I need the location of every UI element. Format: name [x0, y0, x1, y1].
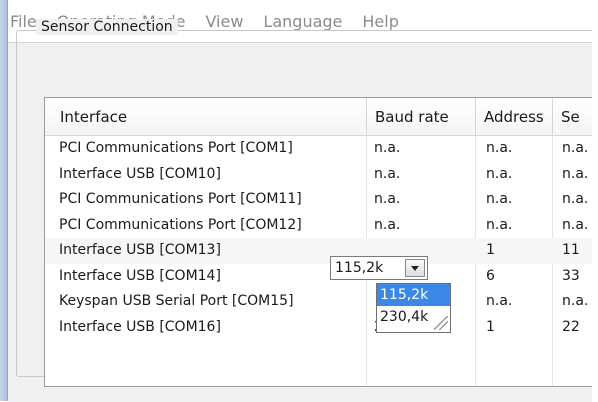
- column-header-baud-rate[interactable]: Baud rate: [367, 98, 476, 136]
- menu-help[interactable]: Help: [362, 12, 398, 31]
- cell-interface: Interface USB [COM10]: [59, 165, 221, 182]
- cell-baud-rate: n.a.: [374, 165, 401, 182]
- table-row[interactable]: Interface USB [COM13] 1 11: [45, 238, 593, 264]
- resize-grip-icon[interactable]: [434, 316, 448, 330]
- baud-rate-dropdown-list[interactable]: 115,2k 230,4k: [376, 283, 451, 333]
- cell-interface: PCI Communications Port [COM11]: [59, 191, 302, 207]
- group-title: Sensor Connection: [36, 19, 178, 35]
- cell-address: n.a.: [486, 191, 513, 207]
- cell-interface: Interface USB [COM16]: [59, 318, 221, 335]
- cell-baud-rate: n.a.: [374, 140, 401, 156]
- dropdown-button[interactable]: [405, 259, 425, 277]
- column-header-address[interactable]: Address: [476, 98, 553, 136]
- cell-address: n.a.: [486, 140, 513, 156]
- cell-se: 11: [562, 242, 580, 258]
- combobox-value: 115,2k: [335, 260, 384, 276]
- cell-interface: Interface USB [COM14]: [59, 267, 221, 284]
- table-row[interactable]: PCI Communications Port [COM11] n.a. n.a…: [45, 187, 593, 213]
- baud-rate-combobox[interactable]: 115,2k: [330, 256, 428, 280]
- cell-se: 22: [562, 318, 580, 335]
- chevron-down-icon: [411, 265, 419, 271]
- cell-se: n.a.: [562, 191, 589, 207]
- menu-file[interactable]: File: [10, 12, 37, 31]
- table-row[interactable]: Interface USB [COM10] n.a. n.a. n.a.: [45, 162, 593, 188]
- interface-list[interactable]: Interface Baud rate Address Se PCI Commu…: [44, 97, 593, 387]
- table-row[interactable]: Interface USB [COM16] 230,4k 1 22: [45, 315, 593, 341]
- cell-address: n.a.: [486, 293, 513, 309]
- cell-address: 6: [486, 267, 495, 284]
- cell-baud-rate: n.a.: [374, 216, 401, 233]
- cell-address: 1: [486, 242, 495, 258]
- cell-address: n.a.: [486, 216, 513, 233]
- cell-address: n.a.: [486, 165, 513, 182]
- table-row[interactable]: Interface USB [COM14] 6 33: [45, 264, 593, 290]
- menu-language[interactable]: Language: [263, 12, 342, 31]
- cell-se: 33: [562, 267, 580, 284]
- menu-view[interactable]: View: [205, 12, 243, 31]
- column-header-se[interactable]: Se: [553, 98, 593, 136]
- column-header-interface[interactable]: Interface: [45, 98, 367, 136]
- cell-se: n.a.: [562, 165, 589, 182]
- cell-interface: PCI Communications Port [COM1]: [59, 140, 293, 156]
- cell-se: n.a.: [562, 216, 589, 233]
- cell-se: n.a.: [562, 140, 589, 156]
- table-row[interactable]: Keyspan USB Serial Port [COM15] n.a. n.a…: [45, 289, 593, 315]
- cell-se: n.a.: [562, 293, 589, 309]
- dropdown-option[interactable]: 115,2k: [377, 284, 450, 306]
- cell-interface: PCI Communications Port [COM12]: [59, 216, 302, 233]
- cell-interface: Keyspan USB Serial Port [COM15]: [59, 293, 294, 309]
- cell-address: 1: [486, 318, 495, 335]
- list-header: Interface Baud rate Address Se: [45, 98, 593, 136]
- list-rows: PCI Communications Port [COM1] n.a. n.a.…: [45, 136, 593, 340]
- table-row[interactable]: PCI Communications Port [COM12] n.a. n.a…: [45, 213, 593, 239]
- cell-baud-rate: n.a.: [374, 191, 401, 207]
- cell-interface: Interface USB [COM13]: [59, 242, 221, 258]
- window-frame-right: [592, 0, 598, 401]
- table-row[interactable]: PCI Communications Port [COM1] n.a. n.a.…: [45, 136, 593, 162]
- window-frame-left: [0, 0, 8, 401]
